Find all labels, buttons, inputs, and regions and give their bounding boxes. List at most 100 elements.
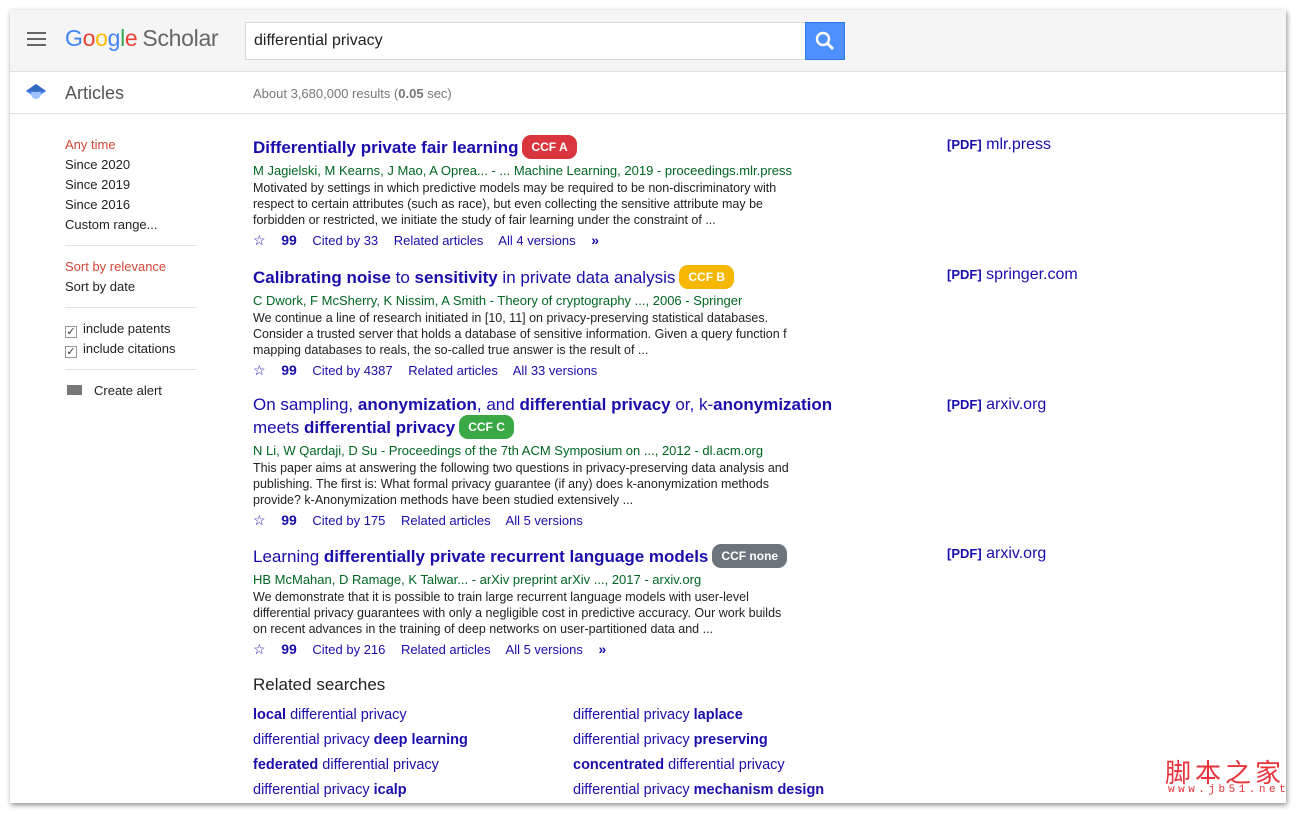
scholar-page: Google Scholar differential privacy Artic…	[10, 10, 1286, 803]
related-search-link[interactable]: differential privacy deep learning	[253, 732, 468, 748]
all-versions-link[interactable]: All 33 versions	[513, 363, 598, 378]
result-authors-meta: N Li, W Qardaji, D Su - Proceedings of t…	[253, 443, 764, 458]
pdf-site: arxiv.org	[986, 396, 1047, 413]
cited-by-link[interactable]: Cited by 175	[312, 513, 385, 528]
related-articles-link[interactable]: Related articles	[401, 642, 491, 657]
related-search-link[interactable]: concentrated differential privacy	[573, 757, 785, 773]
cite-quote-icon[interactable]: 99	[281, 362, 297, 378]
watermark-url: www.jb51.net	[1168, 784, 1290, 796]
sort-by-date[interactable]: Sort by date	[65, 277, 197, 297]
text-segment: in private data analysis	[497, 268, 676, 287]
text-segment: differential privacy	[573, 732, 694, 748]
text-segment: differentially private recurrent languag…	[323, 547, 709, 566]
search-result: Calibrating noise to sensitivity in priv…	[253, 265, 873, 380]
pdf-site: mlr.press	[986, 136, 1052, 153]
text-segment: differential privacy	[519, 395, 671, 414]
text-segment: sensitivity	[414, 268, 498, 287]
sidebar: Any time Since 2020 Since 2019 Since 201…	[65, 135, 197, 401]
save-star-icon[interactable]: ☆	[253, 232, 266, 248]
text-segment: Calibrating noise	[253, 268, 391, 287]
related-articles-link[interactable]: Related articles	[394, 233, 484, 248]
result-title-link[interactable]: Learning differentially private recurren…	[253, 544, 873, 568]
pdf-link[interactable]: [PDF] arxiv.org	[947, 396, 1046, 414]
text-segment: anonymization	[713, 395, 833, 414]
more-chevron-icon[interactable]: »	[598, 641, 606, 657]
logo[interactable]: Google Scholar	[65, 25, 219, 52]
more-chevron-icon[interactable]: »	[591, 232, 599, 248]
pdf-link[interactable]: [PDF] springer.com	[947, 266, 1078, 284]
filter-any-time[interactable]: Any time	[65, 135, 197, 155]
filter-since-2016[interactable]: Since 2016	[65, 195, 197, 215]
related-search-link[interactable]: local differential privacy	[253, 707, 407, 723]
result-title-link[interactable]: On sampling, anonymization, and differen…	[253, 395, 873, 439]
search-result: Differentially private fair learning CCF …	[253, 135, 873, 250]
ccf-badge: CCF C	[459, 415, 514, 439]
text-segment: , and	[476, 395, 520, 414]
all-versions-link[interactable]: All 5 versions	[506, 642, 583, 657]
save-star-icon[interactable]: ☆	[253, 641, 266, 657]
related-search-link[interactable]: federated differential privacy	[253, 757, 439, 773]
text-segment: local	[253, 707, 287, 723]
filter-since-2020[interactable]: Since 2020	[65, 155, 197, 175]
scholar-cap-icon	[26, 84, 46, 99]
pdf-label: [PDF]	[947, 137, 982, 152]
result-actions: ☆ 99 Cited by 4387 Related articles All …	[253, 361, 873, 380]
text-segment: preserving	[693, 732, 768, 748]
text-segment: or, k-	[670, 395, 714, 414]
cite-quote-icon[interactable]: 99	[281, 512, 297, 528]
google-logo-text: Google	[65, 25, 138, 51]
related-articles-link[interactable]: Related articles	[408, 363, 498, 378]
result-authors-meta: C Dwork, F McSherry, K Nissim, A Smith -…	[253, 293, 743, 308]
pdf-link[interactable]: [PDF] arxiv.org	[947, 545, 1046, 563]
search-icon	[815, 31, 834, 50]
include-patents-checkbox[interactable]: ✓ include patents	[65, 319, 197, 339]
cited-by-link[interactable]: Cited by 4387	[312, 363, 392, 378]
checkbox-checked-icon: ✓	[65, 346, 77, 358]
include-patents-label: include patents	[83, 321, 171, 336]
text-segment: deep learning	[373, 732, 468, 748]
result-actions: ☆ 99 Cited by 33 Related articles All 4 …	[253, 231, 873, 250]
text-segment: Differentially private fair learning	[253, 138, 519, 157]
create-alert-button[interactable]: Create alert	[65, 381, 197, 401]
ccf-badge: CCF B	[679, 265, 735, 289]
menu-icon[interactable]	[27, 32, 46, 46]
result-authors-meta: HB McMahan, D Ramage, K Talwar... - arXi…	[253, 572, 702, 587]
search-button[interactable]	[805, 22, 845, 60]
save-star-icon[interactable]: ☆	[253, 362, 266, 378]
cite-quote-icon[interactable]: 99	[281, 641, 297, 657]
all-versions-link[interactable]: All 5 versions	[506, 513, 583, 528]
text-segment: to	[390, 268, 415, 287]
text-segment: differential privacy	[304, 418, 456, 437]
save-star-icon[interactable]: ☆	[253, 512, 266, 528]
related-search-link[interactable]: differential privacy preserving	[573, 732, 768, 748]
filter-custom-range[interactable]: Custom range...	[65, 215, 197, 235]
sort-by-relevance[interactable]: Sort by relevance	[65, 257, 197, 277]
text-segment: federated	[253, 757, 319, 773]
text-segment: laplace	[693, 707, 743, 723]
include-citations-checkbox[interactable]: ✓ include citations	[65, 339, 197, 359]
results-suffix: sec)	[423, 86, 452, 101]
cited-by-link[interactable]: Cited by 216	[312, 642, 385, 657]
result-title-link[interactable]: Differentially private fair learning CCF …	[253, 135, 873, 159]
pdf-link[interactable]: [PDF] mlr.press	[947, 136, 1051, 154]
result-snippet: We demonstrate that it is possible to tr…	[253, 590, 782, 636]
cite-quote-icon[interactable]: 99	[281, 232, 297, 248]
search-input[interactable]: differential privacy	[245, 22, 805, 60]
text-segment: concentrated	[573, 757, 665, 773]
envelope-icon	[67, 385, 82, 395]
text-segment: differential privacy	[253, 732, 374, 748]
result-title-link[interactable]: Calibrating noise to sensitivity in priv…	[253, 265, 873, 289]
related-search-link[interactable]: differential privacy laplace	[573, 707, 743, 723]
pdf-label: [PDF]	[947, 546, 982, 561]
text-segment: Learning	[253, 547, 324, 566]
pdf-site: springer.com	[986, 266, 1078, 283]
related-search-link[interactable]: differential privacy mechanism design	[573, 782, 824, 798]
text-segment: icalp	[373, 782, 407, 798]
related-search-link[interactable]: differential privacy icalp	[253, 782, 407, 798]
subheader: Articles About 3,680,000 results (0.05 s…	[10, 72, 1286, 114]
filter-since-2019[interactable]: Since 2019	[65, 175, 197, 195]
all-versions-link[interactable]: All 4 versions	[498, 233, 575, 248]
related-searches-heading: Related searches	[253, 675, 386, 694]
cited-by-link[interactable]: Cited by 33	[312, 233, 378, 248]
related-articles-link[interactable]: Related articles	[401, 513, 491, 528]
